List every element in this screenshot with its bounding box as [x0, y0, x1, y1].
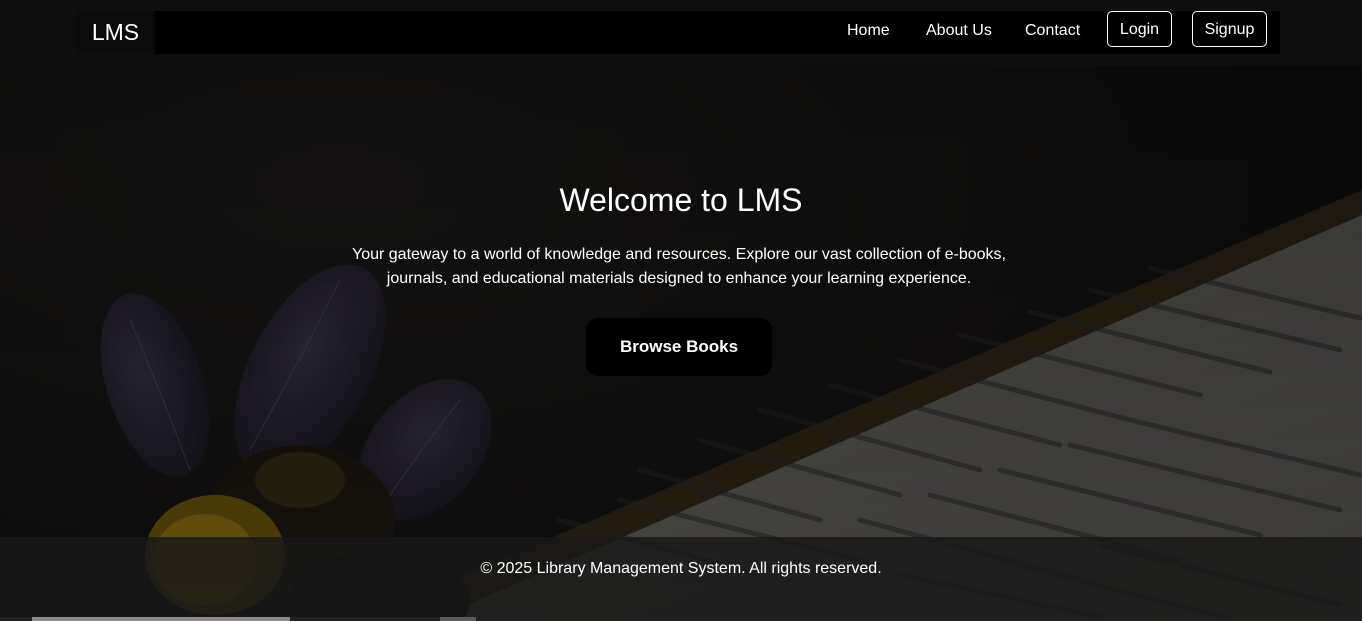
- bottom-edge-segment: [440, 617, 476, 621]
- signup-button[interactable]: Signup: [1192, 11, 1267, 47]
- bottom-edge-strip: [0, 617, 1362, 621]
- login-button[interactable]: Login: [1107, 11, 1172, 47]
- browse-books-button[interactable]: Browse Books: [586, 318, 772, 376]
- nav-link-about-us[interactable]: About Us: [926, 22, 992, 40]
- nav-link-home[interactable]: Home: [847, 22, 890, 40]
- hero-background-image: [0, 0, 1362, 621]
- brand-logo[interactable]: LMS: [76, 11, 155, 54]
- footer: © 2025 Library Management System. All ri…: [0, 537, 1362, 617]
- page: LMS Home About Us Contact Login Signup W…: [0, 0, 1362, 621]
- navbar: LMS Home About Us Contact Login Signup: [0, 0, 1362, 66]
- hero-title: Welcome to LMS: [559, 182, 803, 218]
- nav-link-contact[interactable]: Contact: [1025, 22, 1080, 40]
- hero-description: Your gateway to a world of knowledge and…: [352, 246, 1006, 287]
- footer-copyright: © 2025 Library Management System. All ri…: [480, 560, 882, 577]
- bottom-edge-segment: [32, 617, 290, 621]
